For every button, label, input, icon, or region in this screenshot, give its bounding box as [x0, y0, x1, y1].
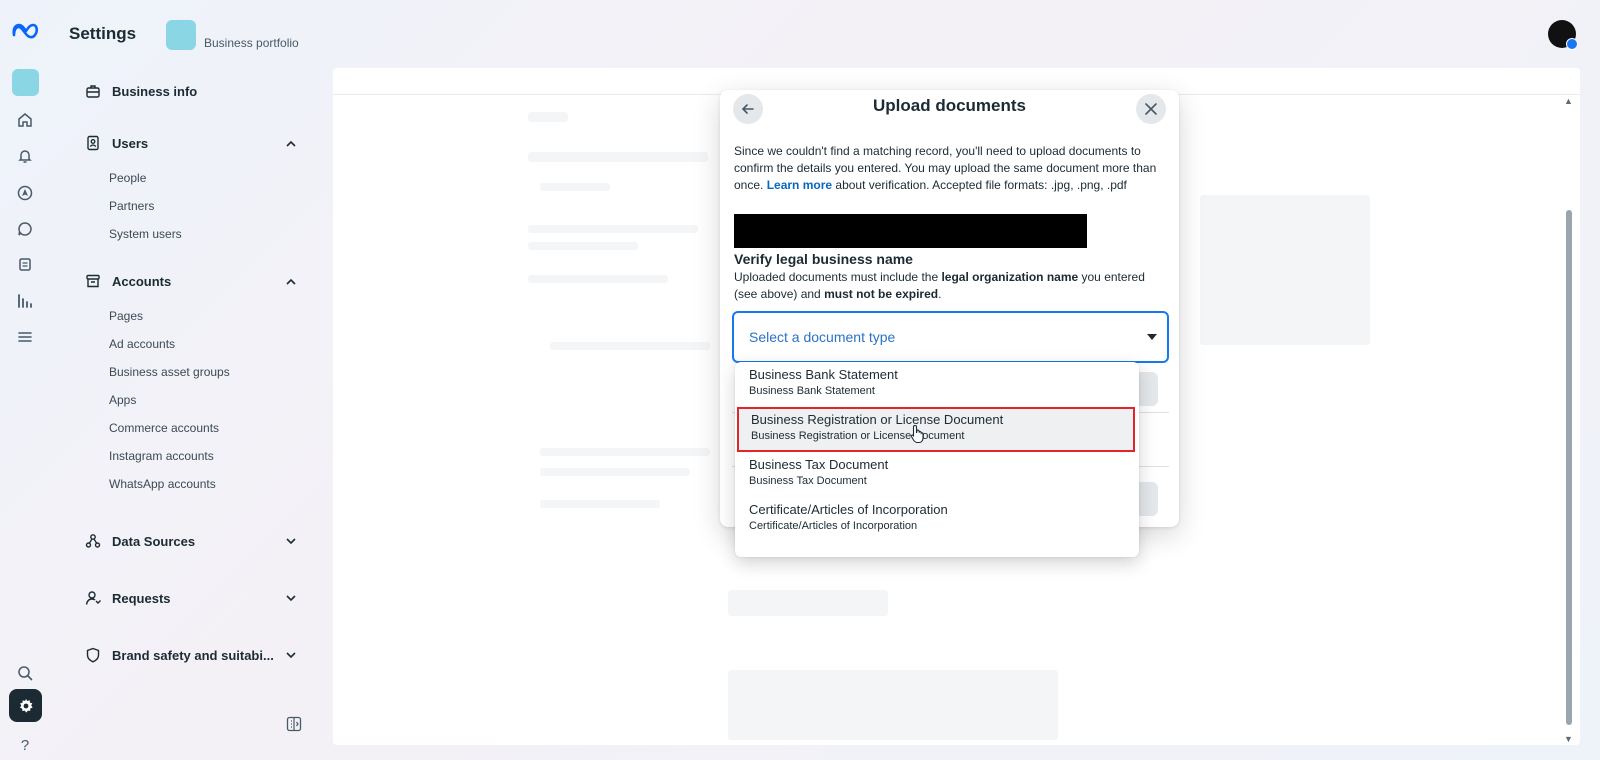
chevron-down-icon[interactable] — [284, 648, 298, 662]
background-placeholder — [1200, 195, 1370, 345]
sidebar-item-apps[interactable]: Apps — [109, 393, 136, 407]
modal-title: Upload documents — [872, 96, 1026, 115]
sidebar-section-label: Brand safety and suitabi... — [112, 647, 274, 663]
sidebar-item-people[interactable]: People — [109, 171, 146, 185]
sidebar-item-instagram-accounts[interactable]: Instagram accounts — [109, 449, 214, 463]
document-type-select[interactable]: Select a document type — [732, 311, 1169, 363]
app-rail: ? — [0, 0, 50, 760]
background-placeholder — [528, 225, 698, 233]
help-icon[interactable]: ? — [12, 732, 38, 758]
verify-section-title: Verify legal business name — [734, 251, 913, 267]
sidebar-item-pages[interactable]: Pages — [109, 309, 143, 323]
background-placeholder — [528, 275, 668, 283]
sidebar-section-label: Business info — [112, 83, 198, 99]
menu-icon[interactable] — [12, 324, 38, 350]
sidebar-section-requests[interactable]: Requests — [84, 589, 298, 607]
background-placeholder — [528, 242, 638, 250]
chevron-down-icon[interactable] — [284, 591, 298, 605]
portfolio-thumbnail[interactable] — [166, 20, 196, 50]
sidebar-section-label: Accounts — [112, 273, 172, 289]
briefcase-icon — [84, 82, 102, 100]
scrollbar-thumb[interactable] — [1566, 210, 1572, 725]
sidebar-section-label: Users — [112, 135, 149, 151]
meta-logo-icon[interactable] — [10, 18, 42, 44]
option-title: Certificate/Articles of Incorporation — [749, 502, 948, 517]
person-request-icon — [84, 589, 102, 607]
modal-description: Since we couldn't find a matching record… — [734, 143, 1169, 194]
chevron-up-icon[interactable] — [284, 274, 298, 288]
description-text: about verification. Accepted file format… — [832, 178, 1127, 192]
shield-icon — [84, 646, 102, 664]
hand-cursor-icon — [910, 424, 926, 444]
search-icon[interactable] — [12, 660, 38, 686]
document-type-placeholder: Select a document type — [749, 329, 896, 345]
settings-gear-icon[interactable] — [9, 689, 42, 722]
home-icon[interactable] — [12, 107, 38, 133]
sidebar-section-data-sources[interactable]: Data Sources — [84, 532, 298, 550]
redacted-block — [734, 214, 1087, 248]
sidebar-item-whatsapp-accounts[interactable]: WhatsApp accounts — [109, 477, 216, 491]
sidebar-item-commerce-accounts[interactable]: Commerce accounts — [109, 421, 219, 435]
dropdown-option-bank-statement[interactable]: Business Bank Statement Business Bank St… — [735, 362, 1139, 407]
verify-desc-bold: legal organization name — [941, 270, 1079, 284]
sidebar-item-system-users[interactable]: System users — [109, 227, 182, 241]
id-badge-icon — [84, 134, 102, 152]
sidebar-section-brand-safety[interactable]: Brand safety and suitabi... — [84, 646, 298, 664]
option-subtitle: Business Bank Statement — [749, 385, 875, 397]
dropdown-option-certificate-incorporation[interactable]: Certificate/Articles of Incorporation Ce… — [735, 497, 1139, 542]
portfolio-avatar[interactable] — [12, 69, 39, 96]
document-type-dropdown: Business Bank Statement Business Bank St… — [735, 362, 1139, 557]
option-subtitle: Business Registration or License Documen… — [751, 430, 965, 442]
chevron-up-icon[interactable] — [284, 136, 298, 150]
background-placeholder — [528, 152, 708, 162]
sidebar-section-label: Data Sources — [112, 533, 196, 549]
scroll-down-arrow-icon[interactable]: ▼ — [1564, 734, 1573, 744]
chevron-down-icon[interactable] — [284, 534, 298, 548]
option-title: Business Bank Statement — [749, 367, 898, 382]
dropdown-option-tax-document[interactable]: Business Tax Document Business Tax Docum… — [735, 452, 1139, 497]
option-subtitle: Business Tax Document — [749, 475, 867, 487]
option-title: Business Tax Document — [749, 457, 889, 472]
background-placeholder — [540, 468, 690, 476]
verify-desc-text: . — [938, 287, 942, 301]
background-placeholder — [728, 590, 888, 616]
sidebar-item-ad-accounts[interactable]: Ad accounts — [109, 337, 175, 351]
option-title: Business Registration or License Documen… — [751, 412, 1004, 427]
scroll-up-arrow-icon[interactable]: ▲ — [1564, 96, 1573, 106]
data-sources-icon — [84, 532, 102, 550]
background-placeholder — [550, 342, 710, 350]
verify-desc-text: Uploaded documents must include the — [734, 270, 942, 284]
sidebar-section-users[interactable]: Users — [84, 134, 298, 152]
caret-down-icon — [1137, 334, 1167, 340]
sidebar-item-business-asset-groups[interactable]: Business asset groups — [109, 365, 230, 379]
background-placeholder — [528, 112, 568, 122]
portfolio-label[interactable]: Business portfolio — [204, 36, 299, 50]
background-placeholder — [540, 183, 610, 191]
sidebar-section-label: Requests — [112, 590, 171, 606]
navigation-icon[interactable] — [12, 180, 38, 206]
chat-icon[interactable] — [12, 216, 38, 242]
learn-more-link[interactable]: Learn more — [767, 178, 832, 192]
background-placeholder — [540, 448, 710, 456]
background-placeholder — [540, 500, 660, 508]
background-placeholder — [728, 670, 1058, 740]
sidebar-item-partners[interactable]: Partners — [109, 199, 154, 213]
verify-desc-bold: must not be expired — [824, 287, 939, 301]
page-title: Settings — [69, 24, 137, 43]
sidebar-section-accounts[interactable]: Accounts — [84, 272, 298, 290]
archive-icon — [84, 272, 102, 290]
verify-section-description: Uploaded documents must include the lega… — [734, 269, 1169, 303]
insights-icon[interactable] — [12, 288, 38, 314]
dropdown-option-registration-license[interactable]: Business Registration or License Documen… — [737, 407, 1135, 452]
sidebar-item-business-info[interactable]: Business info — [84, 82, 298, 100]
bell-icon[interactable] — [12, 143, 38, 169]
pages-icon[interactable] — [12, 252, 38, 278]
collapse-sidebar-icon[interactable] — [286, 716, 302, 732]
close-icon[interactable] — [1136, 94, 1166, 124]
option-subtitle: Certificate/Articles of Incorporation — [749, 520, 918, 532]
facebook-badge-icon — [1566, 38, 1578, 50]
